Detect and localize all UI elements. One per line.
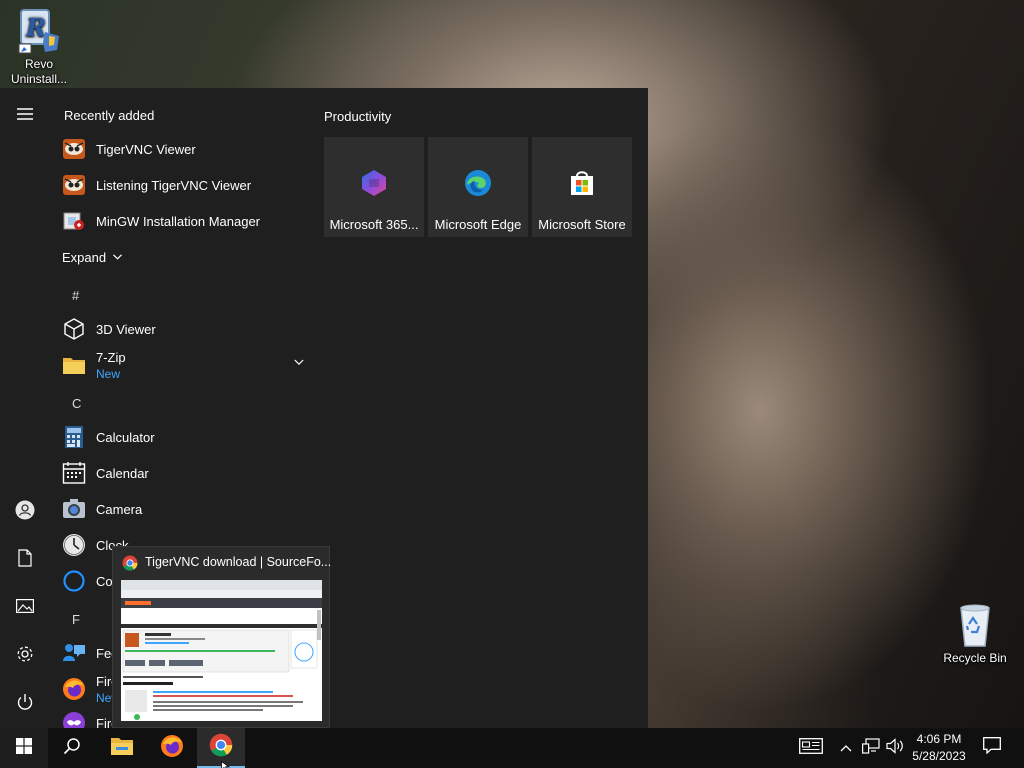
notification-icon — [983, 737, 1001, 759]
tile-label: Microsoft Edge — [434, 217, 522, 232]
app-item-mingw-installation-manager[interactable]: MinGW Installation Manager — [62, 204, 310, 238]
start-button[interactable] — [0, 728, 48, 768]
app-item-calculator[interactable]: Calculator — [62, 420, 310, 454]
calculator-icon — [62, 425, 86, 449]
letter-header-f[interactable]: F — [72, 612, 80, 627]
settings-button[interactable] — [0, 636, 50, 676]
tile-label: Microsoft Store — [538, 217, 626, 232]
mingw-icon — [62, 209, 86, 233]
windows-logo-icon — [16, 737, 32, 759]
edge-icon — [464, 169, 492, 197]
app-item-camera[interactable]: Camera — [62, 492, 310, 526]
taskbar-time: 4:06 PM — [916, 732, 962, 746]
store-icon — [568, 169, 596, 197]
start-menu-rail — [0, 88, 50, 728]
expand-button[interactable]: Expand — [62, 240, 152, 274]
letter-header-c[interactable]: C — [72, 396, 81, 411]
app-item-listening-tigervnc-viewer[interactable]: Listening TigerVNC Viewer — [62, 168, 310, 202]
network-button[interactable] — [860, 728, 882, 768]
documents-icon — [18, 548, 32, 572]
app-label-wrap: 7-Zip New — [96, 350, 126, 381]
network-icon — [862, 737, 880, 759]
user-icon — [15, 500, 35, 525]
tile-label: Microsoft 365... — [329, 217, 419, 232]
taskbar: 4:06 PM 5/28/2023 — [0, 728, 1024, 768]
search-icon — [63, 737, 81, 760]
menu-button[interactable] — [0, 96, 50, 136]
taskbar-date: 5/28/2023 — [912, 749, 966, 763]
folder-icon — [62, 353, 86, 377]
tile-group-title[interactable]: Productivity — [324, 109, 391, 124]
tigervnc-icon — [62, 137, 86, 161]
settings-icon — [16, 645, 34, 668]
recycle-bin-icon — [951, 600, 999, 648]
file-explorer-button[interactable] — [98, 728, 146, 768]
cortana-icon — [62, 569, 86, 593]
news-icon — [799, 737, 823, 759]
desktop-icon-label: Recycle Bin — [943, 651, 1007, 665]
mouse-cursor-icon — [221, 758, 231, 768]
app-label: MinGW Installation Manager — [96, 213, 261, 229]
app-label: 3D Viewer — [96, 321, 156, 337]
volume-button[interactable] — [884, 728, 906, 768]
firefox-icon — [62, 677, 86, 701]
power-icon — [16, 693, 34, 716]
new-badge: New — [96, 366, 121, 381]
camera-icon — [62, 497, 86, 521]
menu-icon — [17, 107, 33, 126]
documents-button[interactable] — [0, 540, 50, 580]
app-label: 7-Zip — [96, 349, 126, 365]
expand-label: Expand — [62, 249, 107, 265]
power-button[interactable] — [0, 684, 50, 724]
clock-icon — [62, 533, 86, 557]
tile-microsoft-store[interactable]: Microsoft Store — [532, 137, 632, 237]
app-label: Camera — [96, 501, 143, 517]
svg-text:R: R — [25, 13, 46, 42]
app-item-3d-viewer[interactable]: 3D Viewer — [62, 312, 310, 346]
desktop-icon-revo-uninstaller[interactable]: R Revo Uninstall... — [1, 6, 77, 87]
thumbnail-title: TigerVNC download | SourceFo... — [145, 555, 332, 569]
app-label: TigerVNC Viewer — [96, 141, 196, 157]
notification-center-button[interactable] — [976, 728, 1008, 768]
app-item-7-zip[interactable]: 7-Zip New — [62, 346, 310, 384]
tigervnc-icon — [62, 173, 86, 197]
desktop-icon-recycle-bin[interactable]: Recycle Bin — [937, 600, 1013, 666]
desktop-icon-label: Revo Uninstall... — [10, 57, 68, 86]
volume-icon — [886, 737, 904, 759]
tile-microsoft-edge[interactable]: Microsoft Edge — [428, 137, 528, 237]
user-button[interactable] — [0, 492, 50, 532]
chrome-icon — [122, 555, 138, 576]
pictures-button[interactable] — [0, 588, 50, 628]
revo-uninstaller-icon: R — [15, 6, 63, 54]
tiles-area: Productivity Microsoft 365... Microsoft … — [324, 88, 644, 728]
clock-button[interactable]: 4:06 PM 5/28/2023 — [906, 731, 972, 765]
app-item-calendar[interactable]: Calendar — [62, 456, 310, 490]
firefox-private-icon — [62, 711, 86, 728]
thumbnail-page-preview — [121, 580, 322, 721]
search-button[interactable] — [48, 728, 96, 768]
m365-icon — [360, 169, 388, 197]
firefox-taskbar-button[interactable] — [148, 728, 196, 768]
letter-header-hash[interactable]: # — [72, 288, 79, 303]
calendar-icon — [62, 461, 86, 485]
recently-added-heading: Recently added — [64, 108, 155, 123]
news-button[interactable] — [794, 728, 828, 768]
chevron-down-icon[interactable] — [294, 353, 304, 371]
firefox-icon — [160, 734, 184, 763]
cube-icon — [62, 317, 86, 341]
app-label: Calendar — [96, 465, 149, 481]
taskbar-thumbnail-preview[interactable]: TigerVNC download | SourceFo... — [112, 546, 332, 728]
app-label: Calculator — [96, 429, 155, 445]
tile-microsoft-365[interactable]: Microsoft 365... — [324, 137, 424, 237]
app-label: Listening TigerVNC Viewer — [96, 177, 252, 193]
chevron-up-icon — [840, 739, 852, 757]
show-hidden-icons-button[interactable] — [836, 728, 856, 768]
pictures-icon — [16, 598, 34, 618]
feedback-icon — [62, 641, 86, 665]
chevron-down-icon — [113, 247, 123, 265]
app-item-tigervnc-viewer[interactable]: TigerVNC Viewer — [62, 132, 310, 166]
file-explorer-icon — [110, 736, 134, 761]
